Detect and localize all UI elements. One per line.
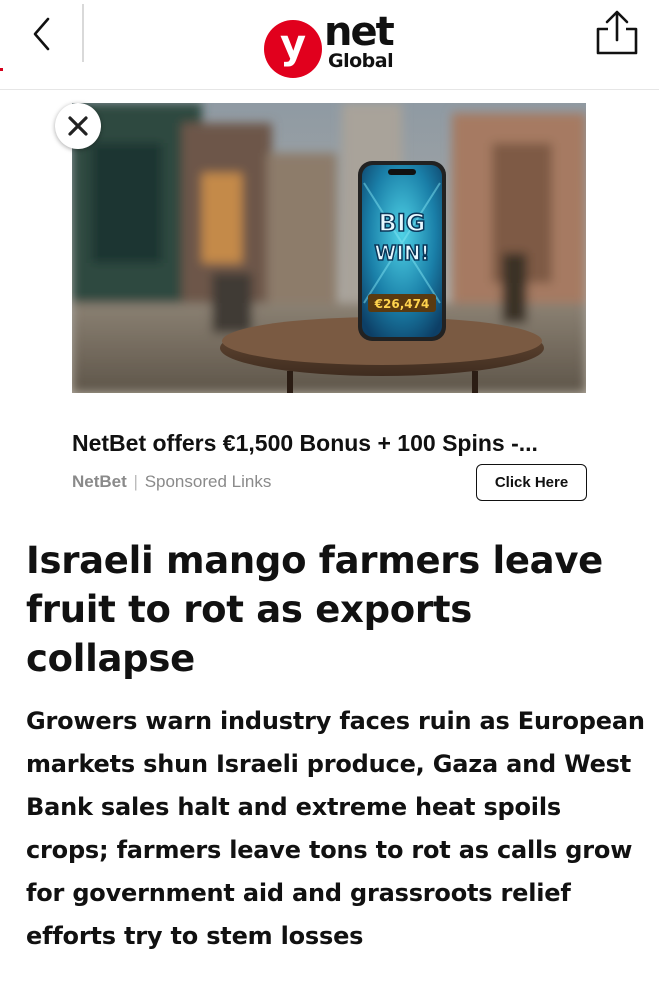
- accent-mark: [0, 68, 3, 71]
- ad-brand[interactable]: NetBet: [72, 472, 127, 491]
- logo-letter: y: [279, 22, 307, 68]
- svg-text:BIG: BIG: [379, 209, 426, 237]
- nav-divider: [82, 4, 84, 62]
- ad-close-button[interactable]: [55, 103, 101, 149]
- back-button[interactable]: [22, 12, 62, 56]
- article-subheadline: Growers warn industry faces ruin as Euro…: [26, 707, 645, 950]
- ad-separator: |: [133, 472, 138, 491]
- ad-image[interactable]: BIG WIN! €26,474: [72, 103, 586, 393]
- logo-global-text: Global: [328, 50, 394, 72]
- share-icon: [596, 10, 638, 55]
- close-icon: [68, 116, 88, 136]
- svg-text:WIN!: WIN!: [374, 241, 429, 265]
- logo-y-circle: y: [264, 20, 322, 78]
- ad-illustration: BIG WIN! €26,474: [72, 103, 586, 393]
- ad-source-line: NetBet | Sponsored Links: [72, 472, 271, 492]
- ad-title[interactable]: NetBet offers €1,500 Bonus + 100 Spins -…: [72, 430, 582, 457]
- chevron-left-icon: [33, 17, 50, 51]
- share-button[interactable]: [592, 8, 642, 58]
- click-here-button[interactable]: Click Here: [476, 464, 587, 501]
- article-headline: Israeli mango farmers leave fruit to rot…: [26, 539, 603, 680]
- svg-text:€26,474: €26,474: [374, 297, 430, 311]
- ad-sponsored-label[interactable]: Sponsored Links: [145, 472, 272, 491]
- ynet-global-logo[interactable]: y net Global: [264, 9, 404, 78]
- logo-net-text: net: [324, 9, 395, 55]
- top-nav-bar: y net Global: [0, 0, 659, 90]
